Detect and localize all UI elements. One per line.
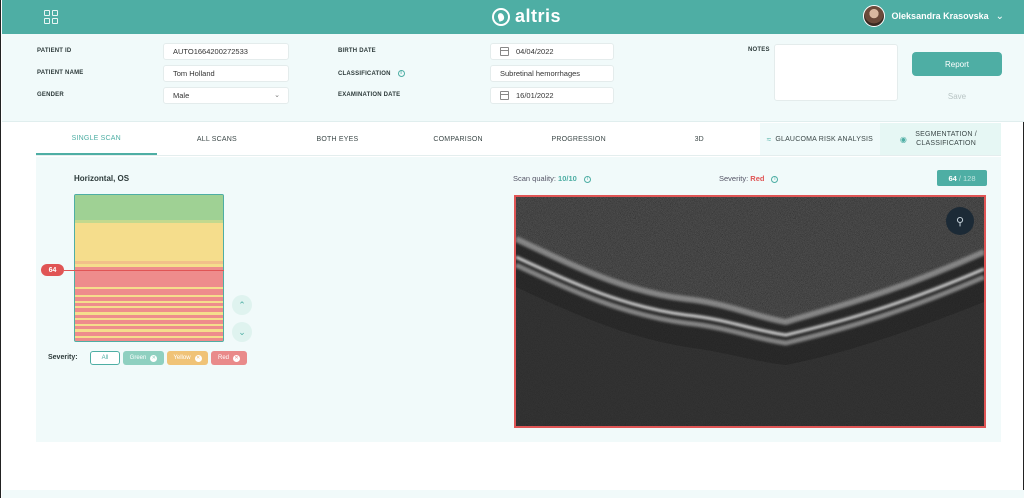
tab-comparison[interactable]: COMPARISON (398, 123, 519, 155)
report-button[interactable]: Report (912, 52, 1002, 76)
calendar-icon (500, 91, 509, 100)
zoom-button[interactable]: ⚲ (946, 207, 974, 235)
signal-icon: ≈ (766, 134, 772, 144)
birth-date-field[interactable]: 04/04/2022 (490, 43, 614, 60)
chevron-up-icon: ⌃ (238, 299, 246, 310)
filter-all-button[interactable]: All (90, 351, 120, 365)
top-bar: altris Oleksandra Krasovska ⌄ (2, 0, 1024, 34)
gender-label: GENDER (37, 92, 64, 98)
tab-single-scan[interactable]: SINGLE SCAN (36, 123, 157, 155)
tab-label: GLAUCOMA RISK ANALYSIS (775, 135, 873, 143)
scan-title: Horizontal, OS (74, 174, 130, 183)
scan-counter[interactable]: 64/ 128 (937, 170, 987, 186)
classification-value: Subretinal hemorrhages (500, 69, 581, 78)
gender-value: Male (173, 91, 190, 100)
apps-grid-icon[interactable] (44, 10, 58, 24)
tab-3d[interactable]: 3D (639, 123, 760, 155)
tab-glaucoma-risk-analysis[interactable]: ≈ GLAUCOMA RISK ANALYSIS (759, 123, 881, 155)
scan-panel: Horizontal, OS Scan quality: 10/10 i Seve… (36, 157, 1001, 442)
patient-id-field[interactable]: AUTO1664200272533 (163, 43, 289, 60)
scan-quality-value: 10/10 (558, 174, 577, 183)
scan-severity-value: Red (750, 174, 765, 183)
logo[interactable]: altris (492, 6, 561, 27)
scan-severity: Severity: Red i (719, 174, 779, 183)
tab-all-scans[interactable]: ALL SCANS (157, 123, 278, 155)
search-icon: ⚲ (955, 215, 965, 228)
patient-info-panel: PATIENT ID AUTO1664200272533 PATIENT NAM… (2, 34, 1024, 122)
altris-logo-icon (492, 7, 510, 26)
eye-icon: ◉ (899, 134, 908, 144)
scan-up-button[interactable]: ⌃ (232, 295, 252, 315)
calendar-icon (500, 47, 509, 56)
chevron-down-icon: ⌄ (274, 92, 280, 99)
tab-progression[interactable]: PROGRESSION (518, 123, 639, 155)
avatar (862, 5, 885, 27)
user-name: Oleksandra Krasovska (891, 11, 989, 21)
filter-red-button[interactable]: Red ✕ (211, 351, 247, 365)
birth-date-value: 04/04/2022 (516, 47, 554, 56)
scan-quality: Scan quality: 10/10 i (513, 174, 591, 183)
tab-label: SEGMENTATION / CLASSIFICATION (915, 131, 977, 147)
patient-id-value: AUTO1664200272533 (173, 47, 248, 56)
exam-date-label: EXAMINATION DATE (338, 92, 401, 98)
total-scans: / 128 (958, 173, 976, 183)
scan-position-indicator[interactable]: 64 (41, 264, 64, 276)
tab-bar: SINGLE SCAN ALL SCANS BOTH EYES COMPARIS… (36, 123, 1001, 156)
birth-date-label: BIRTH DATE (338, 48, 376, 54)
chevron-down-icon: ⌄ (995, 10, 1004, 22)
patient-id-label: PATIENT ID (37, 48, 72, 54)
footer-band (2, 490, 1024, 498)
save-button[interactable]: Save (912, 87, 1002, 105)
info-icon[interactable]: i (583, 175, 591, 183)
severity-map[interactable] (74, 194, 224, 342)
exam-date-field[interactable]: 16/01/2022 (490, 87, 614, 104)
scan-down-button[interactable]: ⌄ (232, 322, 252, 342)
notes-label: NOTES (748, 47, 770, 53)
close-icon[interactable]: ✕ (194, 354, 202, 362)
chevron-down-icon: ⌄ (238, 326, 246, 337)
app-window: altris Oleksandra Krasovska ⌄ PATIENT ID… (0, 0, 1024, 498)
classification-field[interactable]: Subretinal hemorrhages (490, 65, 614, 82)
logo-text: altris (515, 6, 562, 26)
filter-green-button[interactable]: Green ✕ (123, 351, 164, 365)
notes-input[interactable] (774, 44, 898, 101)
current-scan-number: 64 (948, 173, 957, 183)
tab-both-eyes[interactable]: BOTH EYES (277, 123, 398, 155)
gender-select[interactable]: Male ⌄ (163, 87, 289, 104)
patient-name-value: Tom Holland (173, 69, 215, 78)
oct-bscan (516, 197, 984, 426)
oct-scan-image[interactable]: ⚲ (514, 195, 986, 428)
info-icon[interactable]: i (397, 70, 405, 77)
tab-segmentation-classification[interactable]: ◉ SEGMENTATION / CLASSIFICATION (880, 123, 1001, 155)
user-menu[interactable]: Oleksandra Krasovska ⌄ (862, 5, 1004, 27)
scan-position-line (64, 270, 224, 271)
filter-yellow-button[interactable]: Yellow ✕ (167, 351, 208, 365)
close-icon[interactable]: ✕ (233, 354, 240, 362)
exam-date-value: 16/01/2022 (516, 91, 554, 100)
patient-name-label: PATIENT NAME (37, 70, 84, 76)
classification-label: CLASSIFICATION i (338, 70, 405, 77)
patient-name-field[interactable]: Tom Holland (163, 65, 289, 82)
severity-filter-label: Severity: (48, 354, 78, 361)
info-icon[interactable]: i (771, 175, 779, 183)
close-icon[interactable]: ✕ (150, 354, 158, 362)
